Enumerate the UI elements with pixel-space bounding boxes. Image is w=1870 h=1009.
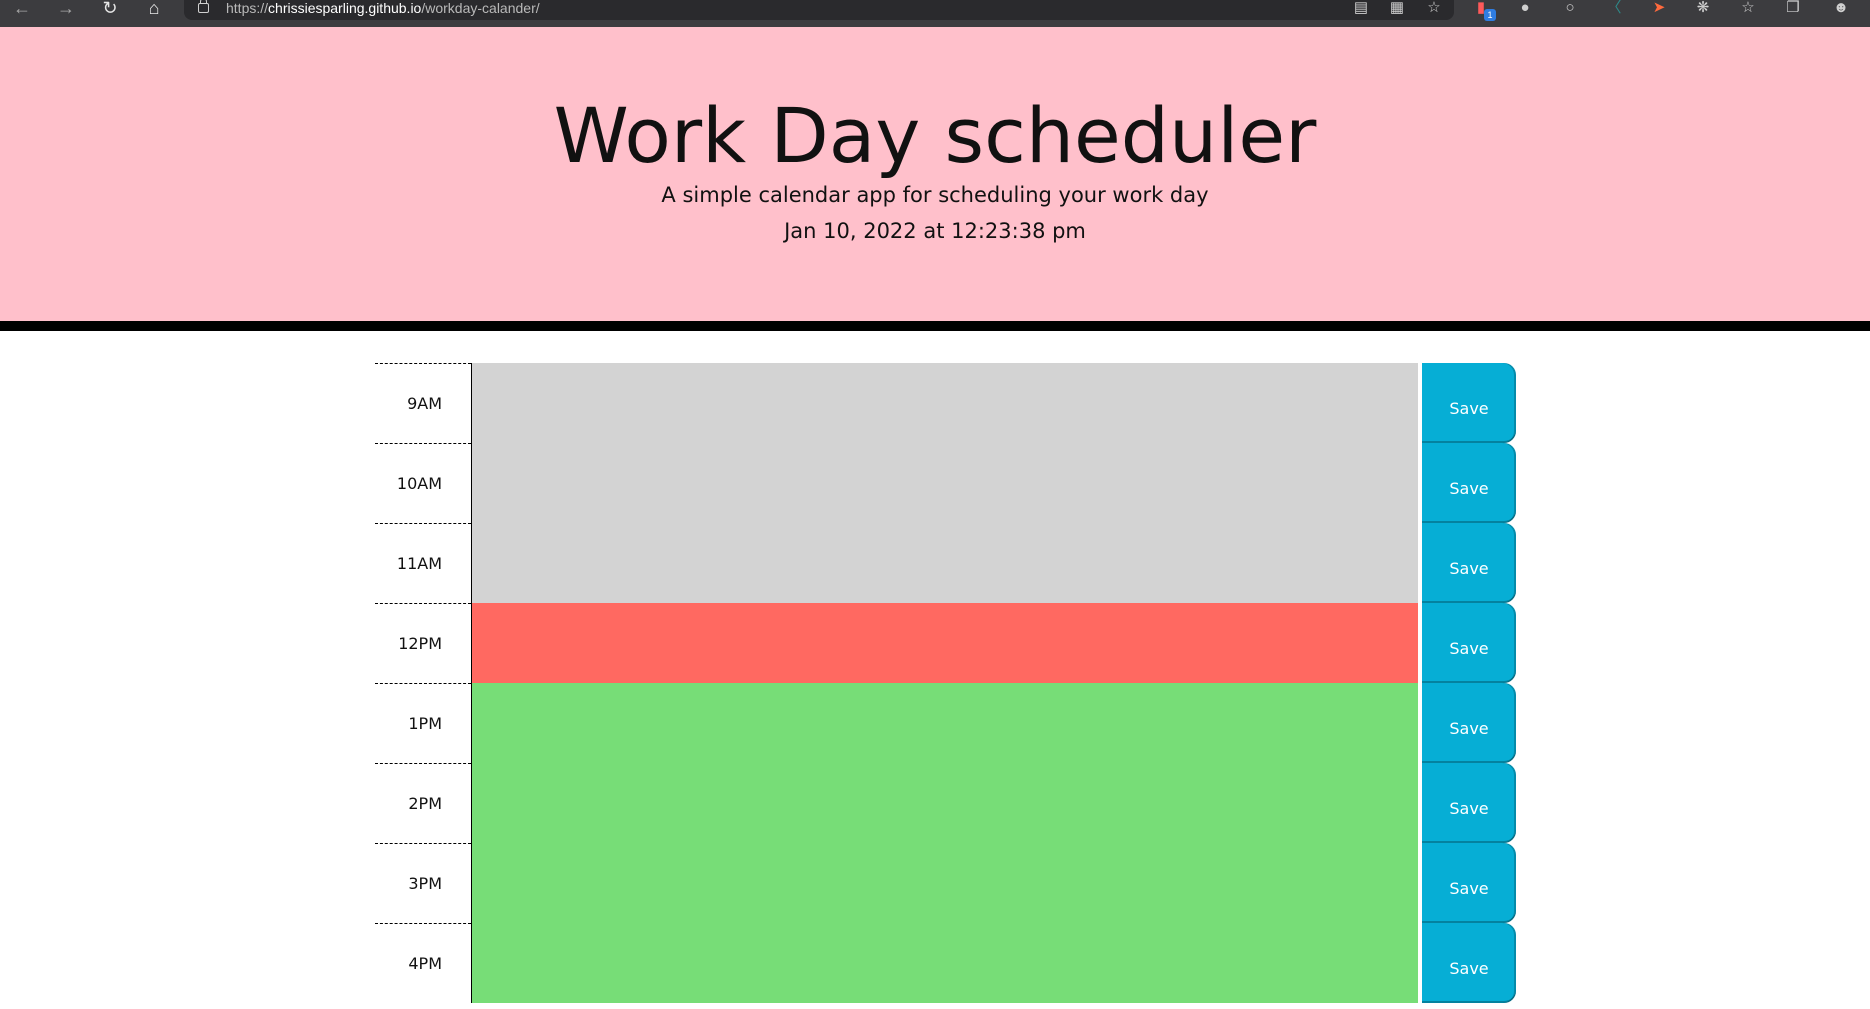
time-block: 3PM Save	[375, 843, 1516, 923]
read-aloud-icon[interactable]: ▤	[1350, 0, 1372, 18]
page-subtitle: A simple calendar app for scheduling you…	[661, 183, 1209, 207]
save-button[interactable]: Save	[1422, 763, 1516, 843]
hour-label: 9AM	[375, 363, 471, 443]
event-description-input[interactable]	[471, 523, 1418, 603]
event-description-input[interactable]	[471, 683, 1418, 763]
save-button[interactable]: Save	[1422, 363, 1516, 443]
refresh-icon[interactable]: ↻	[96, 0, 124, 20]
time-block: 9AM Save	[375, 363, 1516, 443]
hour-label: 3PM	[375, 843, 471, 923]
url-text[interactable]: https://chrissiesparling.github.io/workd…	[226, 1, 540, 15]
hour-label: 10AM	[375, 443, 471, 523]
save-button[interactable]: Save	[1422, 443, 1516, 523]
url-host: chrissiesparling.github.io	[268, 0, 422, 16]
add-favorite-icon[interactable]: ☆	[1423, 0, 1445, 18]
hour-label: 12PM	[375, 603, 471, 683]
event-description-input[interactable]	[471, 363, 1418, 443]
save-button[interactable]: Save	[1422, 523, 1516, 603]
time-block: 2PM Save	[375, 763, 1516, 843]
event-description-input[interactable]	[471, 923, 1418, 1003]
page-title: Work Day scheduler	[553, 91, 1317, 180]
hour-label: 2PM	[375, 763, 471, 843]
profile-avatar-icon[interactable]: ☻	[1830, 0, 1852, 18]
home-icon[interactable]: ⌂	[140, 0, 168, 20]
schedule-container: 9AM Save 10AM Save 11AM Save 12PM Save 1PM Save 2P…	[375, 363, 1516, 1003]
save-button[interactable]: Save	[1422, 603, 1516, 683]
hour-label: 4PM	[375, 923, 471, 1003]
time-block: 4PM Save	[375, 923, 1516, 1003]
lock-icon[interactable]	[198, 0, 209, 13]
current-day: Jan 10, 2022 at 12:23:38 pm	[784, 219, 1086, 243]
time-block: 12PM Save	[375, 603, 1516, 683]
extension-badge: 1	[1484, 9, 1496, 21]
collections-icon[interactable]: ❐	[1782, 0, 1804, 18]
event-description-input[interactable]	[471, 763, 1418, 843]
header-jumbotron: Work Day scheduler A simple calendar app…	[0, 27, 1870, 331]
save-button[interactable]: Save	[1422, 683, 1516, 763]
back-arrow-icon[interactable]: ←	[8, 0, 36, 20]
save-button[interactable]: Save	[1422, 843, 1516, 923]
app-available-icon[interactable]: ▦	[1386, 0, 1408, 18]
save-button[interactable]: Save	[1422, 923, 1516, 1003]
hour-label: 11AM	[375, 523, 471, 603]
url-scheme: https://	[226, 0, 269, 16]
time-block: 10AM Save	[375, 443, 1516, 523]
bracket-extension-icon[interactable]: 〈	[1603, 0, 1625, 18]
event-description-input[interactable]	[471, 443, 1418, 523]
event-description-input[interactable]	[471, 603, 1418, 683]
favorites-icon[interactable]: ☆	[1737, 0, 1759, 18]
circle-extension-icon[interactable]: ○	[1559, 0, 1581, 18]
browser-toolbar: ← → ↻ ⌂ https://chrissiesparling.github.…	[0, 0, 1870, 27]
time-block: 1PM Save	[375, 683, 1516, 763]
url-path: /workday-calander/	[421, 0, 540, 16]
hour-label: 1PM	[375, 683, 471, 763]
extensions-puzzle-icon[interactable]: ❋	[1692, 0, 1714, 18]
time-block: 11AM Save	[375, 523, 1516, 603]
swift-extension-icon[interactable]: ➤	[1648, 0, 1670, 18]
forward-arrow-icon[interactable]: →	[52, 0, 80, 20]
event-description-input[interactable]	[471, 843, 1418, 923]
json-extension-icon[interactable]: ●	[1514, 0, 1536, 18]
address-bar[interactable]: https://chrissiesparling.github.io/workd…	[184, 0, 1454, 20]
